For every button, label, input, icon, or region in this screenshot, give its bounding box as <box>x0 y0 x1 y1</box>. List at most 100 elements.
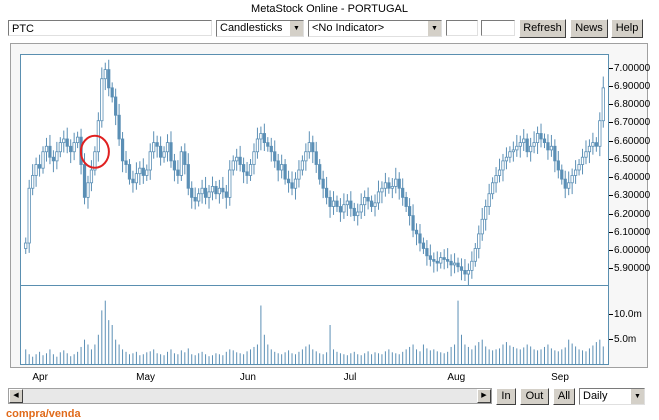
price-tick-label: 5.90000 <box>609 264 650 274</box>
candle-body <box>342 204 346 213</box>
price-plot[interactable] <box>20 54 609 286</box>
candle-body <box>293 178 298 189</box>
candle-body <box>567 182 571 189</box>
candle-body <box>190 187 194 198</box>
price-tick-label: 6.50000 <box>609 154 650 165</box>
param-field-2[interactable] <box>481 20 515 36</box>
candle-body <box>356 211 360 217</box>
candle-body <box>598 120 602 147</box>
window-title: MetaStock Online - PORTUGAL <box>251 3 408 15</box>
candle-body <box>394 178 398 187</box>
candle-body <box>515 145 519 151</box>
candle-body <box>522 138 526 144</box>
news-button[interactable]: News <box>570 19 608 38</box>
chart-frame: 7.00000 6.90000 6.80000 6.70000 6.60000 6.500… <box>10 43 650 368</box>
scroll-right-icon[interactable]: ▶ <box>477 389 491 403</box>
period-select[interactable]: Daily ▼ <box>579 388 645 405</box>
symbol-input[interactable]: PTC <box>8 20 212 36</box>
candle-body <box>86 182 90 198</box>
candle-body <box>165 142 170 153</box>
chevron-down-icon[interactable]: ▼ <box>289 21 303 36</box>
month-label: Jun <box>239 372 256 383</box>
candle-body <box>148 151 152 171</box>
candle-body <box>484 206 488 220</box>
candle-body <box>390 186 394 189</box>
show-all-button[interactable]: All <box>553 388 575 405</box>
footer-link[interactable]: compra/venda <box>6 408 81 420</box>
candle-body <box>273 151 277 162</box>
candle-body <box>421 242 426 249</box>
volume-tick-label: 10.0m <box>609 310 642 320</box>
candle-body <box>577 164 581 171</box>
candle-body <box>563 178 567 189</box>
chevron-down-icon[interactable]: ▼ <box>427 21 441 36</box>
zoom-in-button[interactable]: In <box>496 388 516 405</box>
price-tick-label: 6.70000 <box>609 118 650 128</box>
candle-body <box>580 156 585 165</box>
chart-type-select[interactable]: Candlesticks ▼ <box>216 20 304 37</box>
volume-tick-label: 5.0m <box>609 334 636 345</box>
price-tick-label: 6.10000 <box>609 227 650 238</box>
candle-body <box>82 164 87 198</box>
candle-body <box>349 200 353 209</box>
candle-body <box>428 255 432 260</box>
candle-body <box>345 200 349 206</box>
candle-body <box>501 160 505 171</box>
candle-body <box>477 233 481 249</box>
candle-body <box>490 182 495 195</box>
volume-plot[interactable] <box>20 286 609 365</box>
candle-body <box>549 145 554 151</box>
candle-body <box>120 138 125 162</box>
candle-body <box>221 187 225 193</box>
candle-body <box>584 151 588 158</box>
candle-body <box>556 160 560 171</box>
candle-body <box>210 186 215 193</box>
candle-body <box>470 260 474 271</box>
month-label: Jul <box>343 372 357 383</box>
volume-chart-svg <box>25 300 604 364</box>
candle-body <box>207 191 211 198</box>
candle-body <box>117 114 121 140</box>
candle-body <box>560 169 564 180</box>
candle-body <box>525 138 529 153</box>
horizontal-scrollbar[interactable]: ◀ ▶ <box>8 388 492 404</box>
candle-body <box>155 142 159 147</box>
candle-body <box>259 133 263 140</box>
param-field-1[interactable] <box>446 20 478 36</box>
candle-body <box>480 218 484 235</box>
candle-body <box>131 178 135 184</box>
candle-body <box>252 151 256 165</box>
candle-body <box>255 138 260 153</box>
candle-body <box>127 164 132 180</box>
candle-body <box>176 169 180 176</box>
candle-body <box>107 69 111 89</box>
candle-body <box>535 133 540 144</box>
chevron-down-icon[interactable]: ▼ <box>630 389 644 404</box>
price-tick-label: 6.90000 <box>609 81 650 92</box>
candle-body <box>269 145 273 153</box>
candle-body <box>283 164 287 180</box>
month-label: Sep <box>551 372 569 383</box>
candle-body <box>363 196 367 206</box>
candle-body <box>466 269 471 275</box>
candle-body <box>314 151 318 165</box>
toolbar: PTC Candlesticks ▼ <No Indicator> ▼ Refr… <box>0 18 659 40</box>
zoom-out-button[interactable]: Out <box>520 388 549 405</box>
candle-body <box>62 138 66 144</box>
refresh-button[interactable]: Refresh <box>519 19 566 38</box>
candle-body <box>297 169 301 180</box>
candle-body <box>539 133 543 140</box>
candle-body <box>352 207 356 217</box>
candle-body <box>418 233 422 244</box>
candle-body <box>311 142 315 153</box>
candle-body <box>24 242 28 249</box>
candle-body <box>594 142 598 147</box>
candle-body <box>504 156 509 162</box>
scroll-left-icon[interactable]: ◀ <box>9 389 23 403</box>
candle-body <box>55 151 59 162</box>
candle-body <box>380 187 384 193</box>
candle-body <box>411 215 415 231</box>
candle-body <box>69 145 73 153</box>
help-button[interactable]: Help <box>611 19 643 38</box>
indicator-select[interactable]: <No Indicator> ▼ <box>308 20 442 37</box>
